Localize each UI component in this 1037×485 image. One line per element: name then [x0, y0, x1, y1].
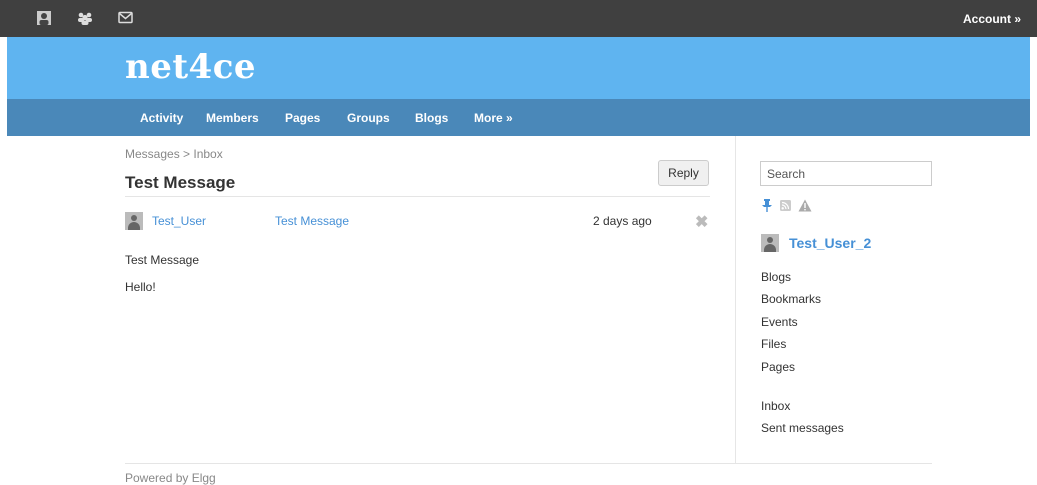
- friends-icon[interactable]: [77, 11, 93, 28]
- message-body-title: Test Message: [125, 253, 200, 267]
- nav-item-blogs[interactable]: Blogs: [415, 111, 448, 125]
- message-timestamp: 2 days ago: [593, 214, 652, 228]
- sidebar-divider: [735, 136, 736, 464]
- nav-item-groups[interactable]: Groups: [347, 111, 390, 125]
- nav-item-pages[interactable]: Pages: [285, 111, 320, 125]
- main-nav: Activity Members Pages Groups Blogs More…: [7, 99, 1030, 136]
- footer-text[interactable]: Powered by Elgg: [125, 471, 216, 485]
- breadcrumb[interactable]: Messages > Inbox: [125, 147, 223, 161]
- message-subject-link[interactable]: Test Message: [275, 214, 349, 228]
- reply-button[interactable]: Reply: [658, 160, 709, 186]
- site-logo[interactable]: net4ce: [125, 47, 256, 87]
- sender-avatar[interactable]: [125, 212, 143, 230]
- rss-icon[interactable]: [780, 200, 791, 214]
- nav-item-more[interactable]: More »: [474, 111, 513, 125]
- account-menu[interactable]: Account »: [963, 12, 1021, 26]
- owner-name-link[interactable]: Test_User_2: [789, 235, 871, 251]
- sidebar-item-pages[interactable]: Pages: [761, 360, 795, 374]
- sidebar-item-inbox[interactable]: Inbox: [761, 399, 790, 413]
- nav-item-activity[interactable]: Activity: [140, 111, 183, 125]
- sidebar-item-blogs[interactable]: Blogs: [761, 270, 791, 284]
- sidebar-item-events[interactable]: Events: [761, 315, 798, 329]
- delete-icon[interactable]: ✖: [695, 212, 708, 232]
- sidebar-item-bookmarks[interactable]: Bookmarks: [761, 292, 821, 306]
- search-input[interactable]: [760, 161, 932, 186]
- message-sender-link[interactable]: Test_User: [152, 214, 206, 228]
- topbar: Account »: [0, 0, 1037, 37]
- sidebar-item-sent-messages[interactable]: Sent messages: [761, 421, 844, 435]
- site-header: net4ce: [7, 37, 1030, 99]
- warning-icon[interactable]: [798, 199, 812, 215]
- message-body: Hello!: [125, 280, 156, 294]
- owner-avatar[interactable]: [761, 234, 779, 252]
- sidebar-item-files[interactable]: Files: [761, 337, 786, 351]
- footer-divider: [125, 463, 932, 464]
- divider: [125, 196, 710, 197]
- nav-item-members[interactable]: Members: [206, 111, 259, 125]
- page-title: Test Message: [125, 173, 236, 192]
- profile-icon[interactable]: [37, 11, 51, 28]
- mail-icon[interactable]: [118, 11, 133, 27]
- pin-icon[interactable]: [762, 199, 772, 215]
